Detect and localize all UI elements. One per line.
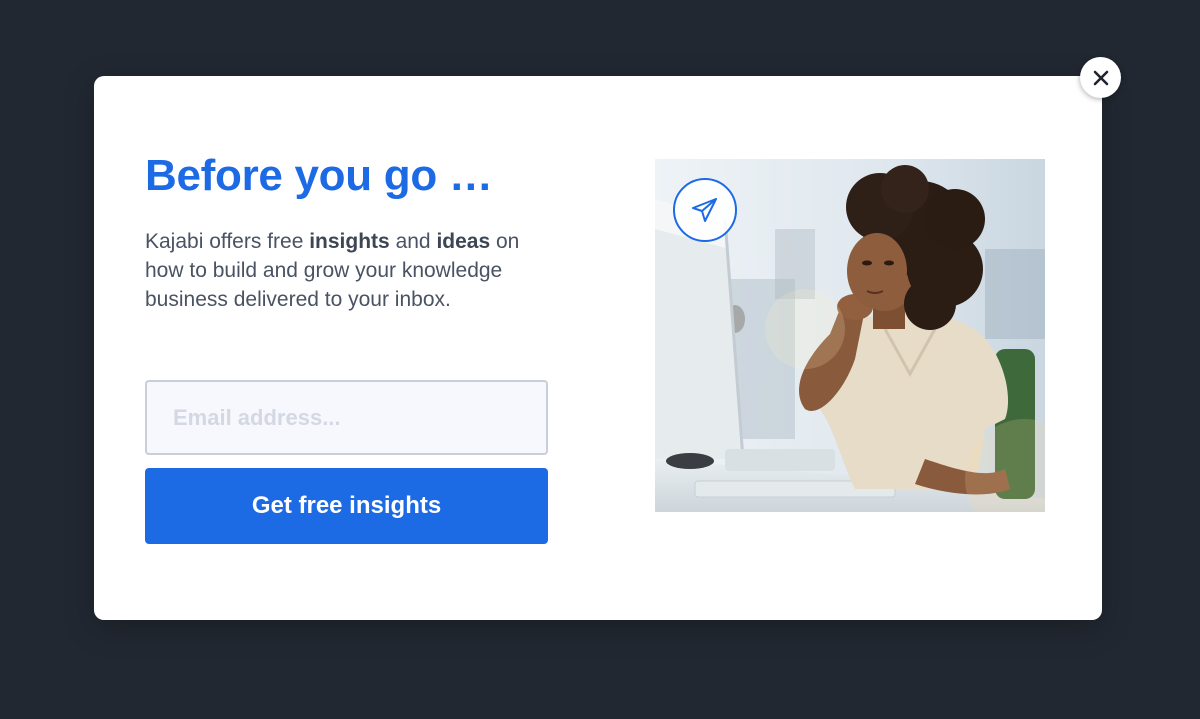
- exit-intent-modal: Before you go … Kajabi offers free insig…: [94, 76, 1102, 620]
- description-bold-insights: insights: [309, 230, 390, 253]
- close-button[interactable]: [1080, 57, 1121, 98]
- modal-description: Kajabi offers free insights and ideas on…: [145, 227, 545, 314]
- hero-photo: [655, 159, 1045, 512]
- description-text-1: Kajabi offers free: [145, 230, 310, 253]
- description-bold-ideas: ideas: [436, 230, 491, 253]
- get-free-insights-button[interactable]: Get free insights: [145, 468, 548, 544]
- email-input[interactable]: [145, 380, 548, 455]
- paper-plane-badge: [673, 178, 737, 242]
- modal-title: Before you go …: [145, 151, 493, 200]
- description-text-2: and: [389, 230, 437, 253]
- paper-plane-icon: [692, 198, 717, 222]
- close-icon: [1093, 70, 1108, 85]
